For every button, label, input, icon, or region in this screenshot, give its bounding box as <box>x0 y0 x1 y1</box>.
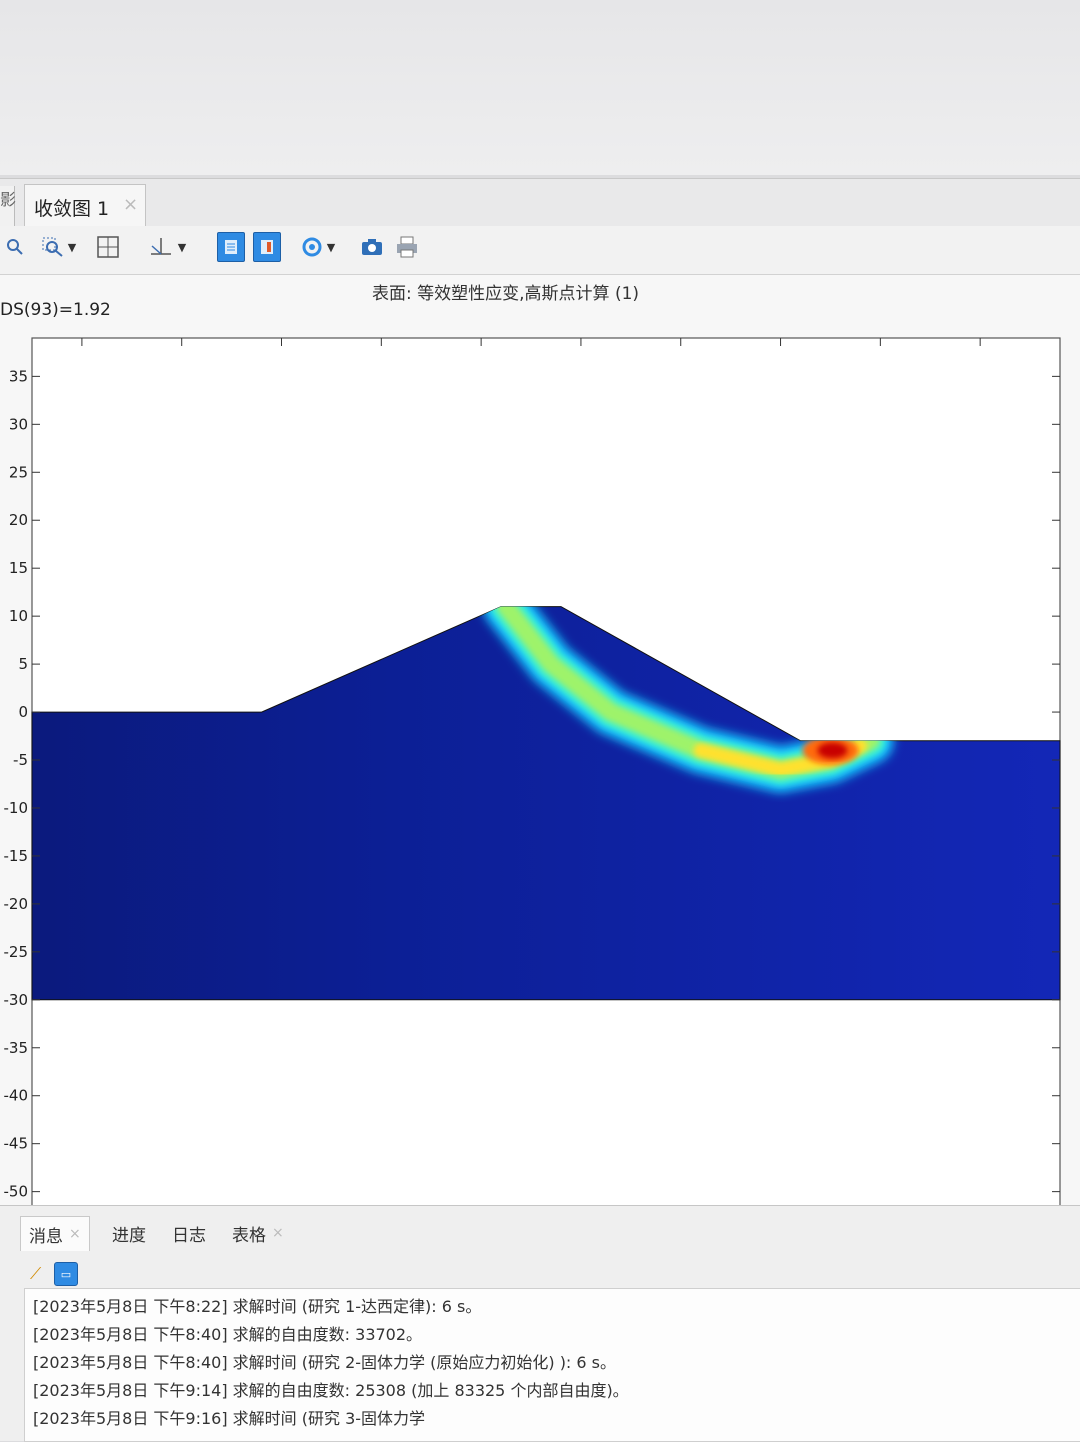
tab-label: 收敛图 1 <box>34 198 110 220</box>
copy-log-icon[interactable]: ▭ <box>54 1262 78 1286</box>
tab-table-label: 表格 <box>232 1225 266 1246</box>
log-line: [2023年5月8日 下午8:22] 求解时间 (研究 1-达西定律): 6 s… <box>33 1297 482 1316</box>
chevron-down-icon[interactable]: ▼ <box>327 241 335 254</box>
tab-progress[interactable]: 进度 <box>104 1216 154 1250</box>
y-tick-label: -10 <box>4 799 29 817</box>
y-tick-label: -50 <box>4 1183 29 1201</box>
view-one-icon[interactable] <box>217 232 245 262</box>
camera-icon[interactable] <box>358 232 386 262</box>
y-tick-label: -20 <box>4 895 29 913</box>
y-tick-label: -15 <box>4 847 29 865</box>
chevron-down-icon[interactable]: ▼ <box>68 241 76 254</box>
band-red-peak <box>817 742 848 759</box>
tab-previous-label: 影 <box>0 190 17 209</box>
axis-icon[interactable]: ▼ <box>140 232 194 262</box>
log-line: [2023年5月8日 下午8:40] 求解的自由度数: 33702。 <box>33 1325 423 1344</box>
plot-canvas[interactable]: 35 30 25 20 15 10 5 0 -5 -10 -15 -20 -25 -30 -35 -40 -45… <box>0 300 1080 1310</box>
window-top-area <box>0 0 1080 175</box>
tab-bar <box>0 178 1080 227</box>
view-two-icon[interactable] <box>253 232 281 262</box>
y-tick-label: 10 <box>9 607 28 625</box>
y-tick-label: 35 <box>9 367 28 385</box>
tab-log[interactable]: 日志 <box>164 1216 214 1250</box>
y-tick-label: -5 <box>13 751 28 769</box>
close-icon[interactable]: × <box>123 194 138 215</box>
message-log[interactable]: [2023年5月8日 下午8:22] 求解时间 (研究 1-达西定律): 6 s… <box>24 1288 1080 1442</box>
y-tick-label: 5 <box>18 655 28 673</box>
zoom-box-icon[interactable]: ▼ <box>34 232 84 262</box>
y-tick-label: -45 <box>4 1135 29 1153</box>
y-tick-label: 20 <box>9 511 28 529</box>
y-tick-label: 25 <box>9 463 28 481</box>
y-tick-label: 0 <box>18 703 28 721</box>
close-icon[interactable]: × <box>69 1226 81 1242</box>
grid-icon[interactable] <box>94 232 122 262</box>
tab-previous[interactable]: 影 <box>0 186 17 226</box>
y-tick-label: -40 <box>4 1087 29 1105</box>
tab-messages[interactable]: 消息 × <box>20 1216 90 1251</box>
log-line: [2023年5月8日 下午8:40] 求解时间 (研究 2-固体力学 (原始应力… <box>33 1353 617 1372</box>
y-tick-label: -35 <box>4 1039 29 1057</box>
clear-broom-icon[interactable]: ⟋ <box>30 1264 46 1284</box>
y-tick-label: 15 <box>9 559 28 577</box>
chevron-down-icon[interactable]: ▼ <box>178 241 186 254</box>
zoom-icon[interactable] <box>4 232 26 262</box>
scene-light-icon[interactable]: ▼ <box>290 232 346 262</box>
log-line: [2023年5月8日 下午9:16] 求解时间 (研究 3-固体力学 <box>33 1409 426 1428</box>
tab-progress-label: 进度 <box>112 1225 146 1246</box>
y-tick-label: 30 <box>9 415 28 433</box>
tab-messages-label: 消息 <box>29 1226 63 1247</box>
y-tick-label: -25 <box>4 943 29 961</box>
log-line: [2023年5月8日 下午9:14] 求解的自由度数: 25308 (加上 83… <box>33 1381 629 1400</box>
tab-table[interactable]: 表格 × <box>224 1216 292 1250</box>
y-tick-label: -30 <box>4 991 29 1009</box>
messages-toolbar: ⟋ ▭ <box>30 1262 78 1286</box>
tab-convergence-plot[interactable]: 收敛图 1 × <box>24 184 146 227</box>
print-icon[interactable] <box>394 232 420 262</box>
close-icon[interactable]: × <box>272 1225 284 1241</box>
tab-log-label: 日志 <box>172 1225 206 1246</box>
